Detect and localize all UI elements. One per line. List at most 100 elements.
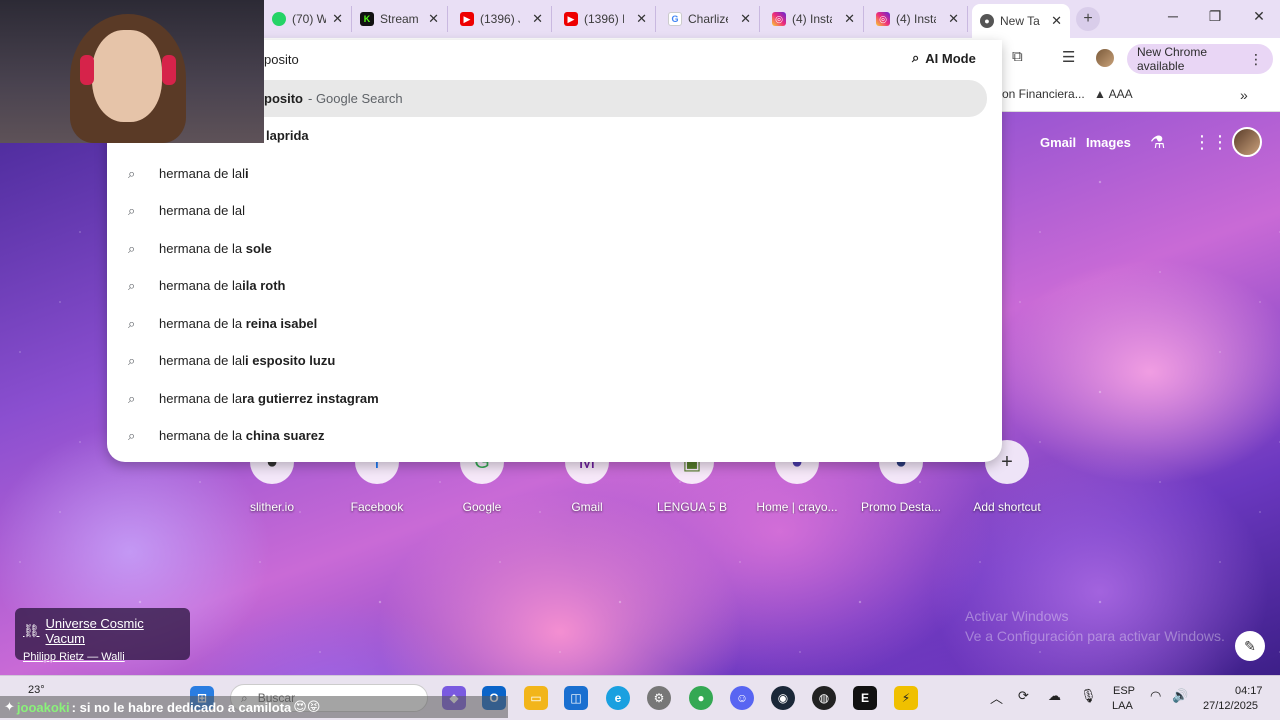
extensions-icon[interactable]: ⧉ <box>1012 48 1023 65</box>
sync-icon[interactable]: ⟳ <box>1018 688 1029 704</box>
update-label: New Chrome available <box>1137 45 1208 73</box>
suggestion-row[interactable]: ⌕ hermana de lara gutierrez instagram <box>107 380 987 417</box>
app-icon[interactable]: ⚡ <box>894 686 918 710</box>
suggestion-row[interactable]: ⌕ hermana de lali <box>107 155 987 192</box>
tab-stream[interactable]: K Stream ✕ <box>352 6 448 32</box>
microphone-icon[interactable]: 🎙 <box>1080 688 1097 704</box>
tab-label: Stream <box>380 12 419 26</box>
images-link[interactable]: Images <box>1086 135 1131 150</box>
obs-icon[interactable]: ◍ <box>812 686 836 710</box>
tab-label: (70) Wh <box>292 12 327 26</box>
tab-youtube-2[interactable]: ▶ (1396) I ✕ <box>556 6 656 32</box>
ai-mode-button[interactable]: ⌕ AI Mode <box>912 50 976 66</box>
close-icon[interactable]: ✕ <box>844 11 855 27</box>
close-icon[interactable]: ✕ <box>1051 13 1062 29</box>
cloud-icon[interactable]: ☁ <box>1048 688 1061 704</box>
close-icon[interactable]: ✕ <box>636 11 647 27</box>
bookmark-label: AAA <box>1108 87 1133 101</box>
close-icon[interactable]: ✕ <box>948 11 959 27</box>
kick-icon: K <box>360 12 374 26</box>
tab-label: (1396) I <box>584 12 624 26</box>
omnibox-input[interactable]: posito <box>264 52 299 67</box>
wifi-icon[interactable]: ◠ <box>1150 688 1161 704</box>
suggestion-row[interactable]: ⌕ hermana de lal <box>107 192 987 229</box>
tab-whatsapp[interactable]: (70) Wh ✕ <box>264 6 352 32</box>
close-window-icon[interactable]: ✕ <box>1236 8 1280 25</box>
volume-icon[interactable]: 🔊 <box>1172 688 1188 704</box>
restore-icon[interactable]: ❐ <box>1192 8 1238 25</box>
activate-line2: Ve a Configuración para activar Windows. <box>965 628 1225 644</box>
clock-time[interactable]: 04:17 <box>1235 685 1263 697</box>
suggestion-row[interactable]: ⌕ hermana de la sole <box>107 230 987 267</box>
bookmark-item[interactable]: on Financiera... <box>1002 87 1085 101</box>
close-icon[interactable]: ✕ <box>740 11 751 27</box>
tab-instagram-2[interactable]: ◎ (4) Insta ✕ <box>868 6 968 32</box>
activate-windows-watermark: Activar Windows Ve a Configuración para … <box>965 606 1225 646</box>
close-icon[interactable]: ✕ <box>532 11 543 27</box>
link-icon: ⛓ <box>23 623 40 638</box>
chat-badge-icon: ✦ <box>4 699 15 714</box>
background-attribution[interactable]: ⛓ Universe Cosmic Vacum Philipp Rietz — W… <box>15 608 190 663</box>
weather-temperature[interactable]: 23° <box>28 684 45 696</box>
suggestion-text: hermana de la sole <box>159 241 272 256</box>
tab-instagram-1[interactable]: ◎ (4) Insta ✕ <box>764 6 864 32</box>
reading-list-icon[interactable]: ☰ <box>1062 48 1075 66</box>
suggestion-text: hermana de laila roth <box>159 278 286 293</box>
suggestion-query: posito <box>264 91 303 106</box>
close-icon[interactable]: ✕ <box>332 11 343 27</box>
search-icon: ⌕ <box>128 240 136 256</box>
activate-line1: Activar Windows <box>965 608 1069 624</box>
tab-label: (4) Insta <box>896 12 936 26</box>
file-explorer-icon[interactable]: ▭ <box>524 686 548 710</box>
suggestion-row[interactable]: ⌕ hermana de la reina isabel <box>107 305 987 342</box>
bookmark-item-aaa[interactable]: ▲ AAA <box>1094 87 1133 101</box>
settings-icon[interactable]: ⚙ <box>647 686 671 710</box>
chevron-up-icon[interactable]: ︿ <box>990 688 1003 707</box>
tab-new-tab[interactable]: ● New Ta ✕ <box>972 4 1070 38</box>
gmail-link[interactable]: Gmail <box>1040 135 1076 150</box>
store-icon[interactable]: ◫ <box>564 686 588 710</box>
whatsapp-icon <box>272 12 286 26</box>
instagram-icon: ◎ <box>772 12 786 26</box>
edge-icon[interactable]: e <box>606 686 630 710</box>
search-icon: ⌕ <box>128 315 136 331</box>
youtube-icon: ▶ <box>564 12 578 26</box>
chrome-taskbar-icon[interactable]: ● <box>689 686 713 710</box>
clock-date[interactable]: 27/12/2025 <box>1203 700 1258 712</box>
google-icon: G <box>668 12 682 26</box>
close-icon[interactable]: ✕ <box>428 11 439 27</box>
suggestion-text: hermana de lara gutierrez instagram <box>159 391 379 406</box>
chrome-icon: ● <box>980 14 994 28</box>
language-indicator[interactable]: ESP <box>1113 685 1135 697</box>
suggestion-row[interactable]: ⌕ hermana de la china suarez <box>107 417 987 454</box>
chevron-right-icon[interactable]: » <box>1240 87 1248 103</box>
ai-search-icon: ⌕ <box>912 50 920 65</box>
suggestion-text: hermana de lali <box>159 166 249 181</box>
tab-label: New Ta <box>1000 14 1040 28</box>
suggestion-row[interactable]: ⌕ hermana de laila roth <box>107 267 987 304</box>
account-avatar[interactable] <box>1232 127 1262 157</box>
search-icon: ⌕ <box>128 427 136 443</box>
chat-text: : si no le habre dedicado a camilota <box>71 699 292 715</box>
tab-youtube-1[interactable]: ▶ (1396) J ✕ <box>452 6 552 32</box>
profile-avatar[interactable] <box>1096 49 1114 67</box>
tab-google[interactable]: G Charlize ✕ <box>660 6 760 32</box>
instagram-icon: ◎ <box>876 12 890 26</box>
discord-icon[interactable]: ☺ <box>730 686 754 710</box>
search-icon: ⌕ <box>128 390 136 406</box>
triangle-icon: ▲ <box>1094 87 1109 101</box>
shortcut-label: Add shortcut <box>973 500 1041 514</box>
suggestion-text: hermana de lali esposito luzu <box>159 353 336 368</box>
chrome-update-button[interactable]: New Chrome available ⋮ <box>1127 44 1273 74</box>
suggestion-suffix: - Google Search <box>308 91 403 106</box>
new-tab-button[interactable]: + <box>1076 7 1100 31</box>
suggestion-row[interactable]: ⌕ hermana de lali esposito luzu <box>107 342 987 379</box>
tab-label: Charlize <box>688 12 728 26</box>
suggestion-partial[interactable]: laprida <box>266 128 309 143</box>
steam-icon[interactable]: ◉ <box>771 686 795 710</box>
youtube-icon: ▶ <box>460 12 474 26</box>
minimize-icon[interactable]: ─ <box>1150 8 1196 24</box>
epic-games-icon[interactable]: E <box>853 686 877 710</box>
labs-flask-icon[interactable]: ⚗ <box>1150 133 1165 153</box>
customize-pencil-icon[interactable]: ✎ <box>1235 631 1265 661</box>
